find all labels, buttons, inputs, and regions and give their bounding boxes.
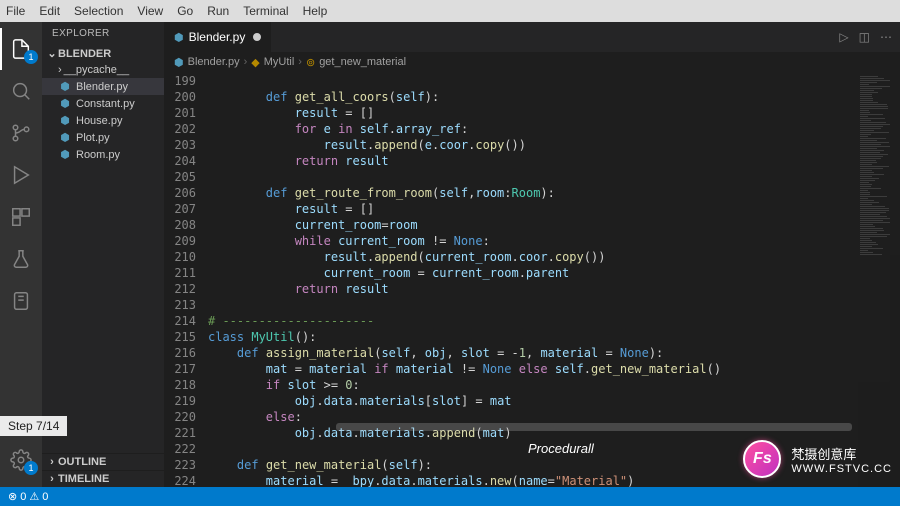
run-icon[interactable]: ▷ bbox=[839, 30, 848, 44]
chevron-down-icon: ⌄ bbox=[46, 47, 58, 60]
folder-root-label: BLENDER bbox=[58, 48, 111, 60]
more-icon[interactable]: ⋯ bbox=[880, 30, 892, 44]
menu-bar: File Edit Selection View Go Run Terminal… bbox=[0, 0, 900, 22]
method-icon: ⊚ bbox=[306, 56, 315, 69]
tab-label: Blender.py bbox=[189, 30, 246, 44]
activity-settings[interactable]: 1 bbox=[0, 439, 42, 481]
main-area: 1 1 EXPLORER ⌄ BLENDER ›__ bbox=[0, 22, 900, 487]
breadcrumb-class[interactable]: MyUtil bbox=[264, 56, 295, 68]
python-icon: ⬢ bbox=[58, 131, 72, 144]
menu-run[interactable]: Run bbox=[207, 4, 229, 18]
notebook-icon bbox=[10, 290, 32, 312]
dirty-indicator-icon bbox=[253, 33, 261, 41]
editor-group: ⬢ Blender.py ▷ ◫ ⋯ ⬢ Blender.py › ◆ MyUt… bbox=[164, 22, 900, 487]
menu-file[interactable]: File bbox=[6, 4, 25, 18]
tree-file-house[interactable]: ⬢House.py bbox=[42, 112, 164, 129]
editor-body: 1992002012022032042052062072082092102112… bbox=[164, 72, 900, 487]
menu-selection[interactable]: Selection bbox=[74, 4, 123, 18]
tree-file-plot[interactable]: ⬢Plot.py bbox=[42, 129, 164, 146]
activity-extensions[interactable] bbox=[0, 196, 42, 238]
python-icon: ⬢ bbox=[174, 31, 184, 44]
beaker-icon bbox=[10, 248, 32, 270]
tree-file-constant[interactable]: ⬢Constant.py bbox=[42, 95, 164, 112]
menu-terminal[interactable]: Terminal bbox=[243, 4, 288, 18]
breadcrumb[interactable]: ⬢ Blender.py › ◆ MyUtil › ⊚ get_new_mate… bbox=[164, 52, 900, 72]
menu-go[interactable]: Go bbox=[177, 4, 193, 18]
status-bar: ⊗0 ⚠0 bbox=[0, 487, 900, 506]
python-icon: ⬢ bbox=[58, 114, 72, 127]
split-editor-icon[interactable]: ◫ bbox=[859, 30, 870, 44]
sidebar-title: EXPLORER bbox=[42, 22, 164, 45]
tab-blender[interactable]: ⬢ Blender.py bbox=[164, 22, 272, 52]
activity-source-control[interactable] bbox=[0, 112, 42, 154]
brand-logo: Fs bbox=[743, 440, 781, 478]
python-icon: ⬢ bbox=[174, 56, 184, 69]
play-bug-icon bbox=[10, 164, 32, 186]
branch-icon bbox=[10, 122, 32, 144]
tab-bar: ⬢ Blender.py ▷ ◫ ⋯ bbox=[164, 22, 900, 52]
warning-icon: ⚠ bbox=[29, 490, 39, 503]
activity-run-debug[interactable] bbox=[0, 154, 42, 196]
python-icon: ⬢ bbox=[58, 148, 72, 161]
sidebar-timeline[interactable]: ›TIMELINE bbox=[42, 470, 164, 487]
tree-folder-pycache[interactable]: ›__pycache__ bbox=[42, 62, 164, 78]
menu-help[interactable]: Help bbox=[303, 4, 328, 18]
tree-file-room[interactable]: ⬢Room.py bbox=[42, 146, 164, 163]
line-gutter: 1992002012022032042052062072082092102112… bbox=[164, 72, 208, 487]
breadcrumb-file[interactable]: Blender.py bbox=[188, 56, 240, 68]
overlay-caption: Procedurall bbox=[528, 441, 594, 456]
status-errors[interactable]: ⊗0 ⚠0 bbox=[8, 490, 48, 503]
breadcrumb-method[interactable]: get_new_material bbox=[319, 56, 406, 68]
chevron-right-icon: › bbox=[58, 64, 62, 76]
sidebar-root[interactable]: ⌄ BLENDER bbox=[42, 45, 164, 62]
tree-file-blender[interactable]: ⬢Blender.py bbox=[42, 78, 164, 95]
class-icon: ◆ bbox=[251, 56, 259, 69]
explorer-badge: 1 bbox=[24, 50, 38, 64]
menu-view[interactable]: View bbox=[137, 4, 163, 18]
search-icon bbox=[10, 80, 32, 102]
python-icon: ⬢ bbox=[58, 80, 72, 93]
menu-edit[interactable]: Edit bbox=[39, 4, 60, 18]
chevron-right-icon: › bbox=[244, 56, 248, 68]
brand-text: 梵摄创意库 WWW.FSTVC.CC bbox=[791, 444, 892, 475]
sidebar-bottom: ›OUTLINE ›TIMELINE bbox=[42, 453, 164, 487]
activity-search[interactable] bbox=[0, 70, 42, 112]
chevron-right-icon: › bbox=[46, 473, 58, 485]
chevron-right-icon: › bbox=[298, 56, 302, 68]
chevron-right-icon: › bbox=[46, 456, 58, 468]
error-icon: ⊗ bbox=[8, 490, 17, 503]
watermark: Fs 梵摄创意库 WWW.FSTVC.CC bbox=[743, 440, 892, 478]
extensions-icon bbox=[10, 206, 32, 228]
sidebar-outline[interactable]: ›OUTLINE bbox=[42, 453, 164, 470]
tab-actions: ▷ ◫ ⋯ bbox=[839, 22, 900, 52]
file-tree: ›__pycache__ ⬢Blender.py ⬢Constant.py ⬢H… bbox=[42, 62, 164, 453]
activity-extra[interactable] bbox=[0, 280, 42, 322]
activity-explorer[interactable]: 1 bbox=[0, 28, 42, 70]
settings-badge: 1 bbox=[24, 461, 38, 475]
horizontal-scrollbar[interactable] bbox=[336, 423, 852, 431]
python-icon: ⬢ bbox=[58, 97, 72, 110]
activity-testing[interactable] bbox=[0, 238, 42, 280]
minimap[interactable] bbox=[858, 72, 900, 487]
tutorial-step-overlay: Step 7/14 bbox=[0, 416, 67, 436]
